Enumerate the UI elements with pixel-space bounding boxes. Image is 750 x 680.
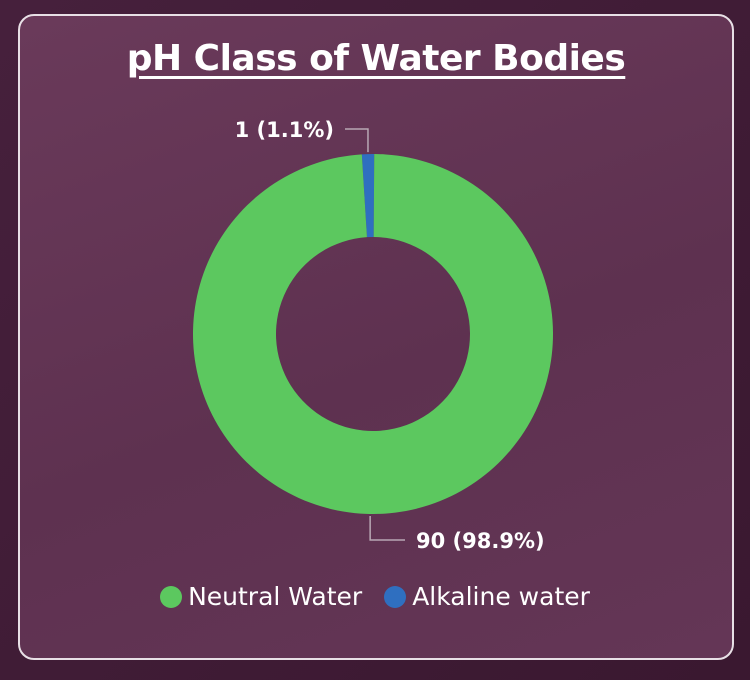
legend-label-alkaline-water: Alkaline water — [412, 582, 590, 611]
legend-item-alkaline-water[interactable]: Alkaline water — [384, 582, 590, 611]
data-label-alkaline-water: 1 (1.1%) — [235, 118, 334, 142]
leader-line-neutral-water — [369, 515, 405, 541]
donut-chart: 1 (1.1%) 90 (98.9%) — [193, 118, 554, 553]
app-frame: pH Class of Water Bodies 1 (1.1%) 90 (98.… — [0, 0, 750, 680]
legend-item-neutral-water[interactable]: Neutral Water — [160, 582, 362, 611]
leader-line-alkaline-water — [345, 128, 369, 153]
chart-legend: Neutral Water Alkaline water — [0, 582, 750, 611]
legend-swatch-alkaline-water — [384, 585, 407, 608]
legend-swatch-neutral-water — [160, 585, 183, 608]
data-label-neutral-water: 90 (98.9%) — [416, 529, 545, 553]
legend-label-neutral-water: Neutral Water — [188, 582, 363, 611]
